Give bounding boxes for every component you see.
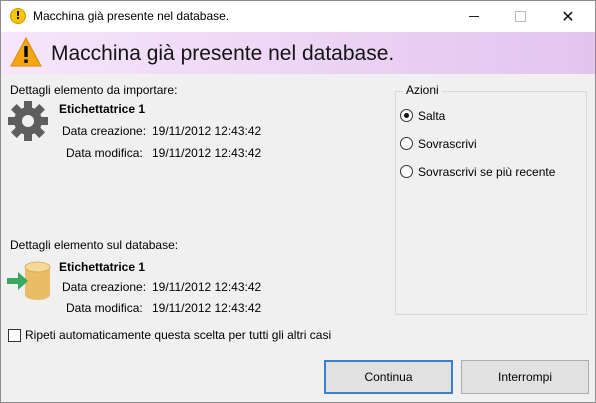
minimize-button[interactable]: [451, 1, 497, 32]
database-section-label: Dettagli elemento sul database:: [10, 238, 179, 252]
maximize-icon: [515, 11, 526, 22]
import-modified-value: 19/11/2012 12:43:42: [152, 146, 262, 160]
actions-legend: Azioni: [403, 83, 442, 97]
import-section-label: Dettagli elemento da importare:: [10, 83, 178, 97]
header-banner: Macchina già presente nel database.: [1, 32, 595, 74]
continue-button[interactable]: Continua: [324, 360, 453, 394]
dialog-window: ! Macchina già presente nel database. ✕ …: [0, 0, 596, 403]
title-bar[interactable]: ! Macchina già presente nel database. ✕: [1, 1, 595, 32]
minimize-icon: [469, 16, 479, 17]
radio-label[interactable]: Salta: [418, 109, 445, 123]
warning-icon: [10, 36, 42, 67]
import-created-label: Data creazione:: [62, 124, 147, 138]
radio-label[interactable]: Sovrascrivi: [418, 137, 477, 151]
radio-button[interactable]: [400, 109, 413, 122]
database-item-name: Etichettatrice 1: [59, 260, 146, 274]
close-icon: ✕: [561, 7, 575, 26]
warning-title-icon: !: [10, 8, 26, 24]
gear-icon: [8, 101, 48, 141]
radio-button[interactable]: [400, 137, 413, 150]
repeat-checkbox-label[interactable]: Ripeti automaticamente questa scelta per…: [25, 328, 331, 342]
repeat-checkbox[interactable]: [8, 329, 21, 342]
database-modified-label: Data modifica:: [66, 301, 143, 315]
radio-button[interactable]: [400, 165, 413, 178]
window-title: Macchina già presente nel database.: [33, 9, 230, 23]
banner-title: Macchina già presente nel database.: [51, 42, 395, 65]
database-created-label: Data creazione:: [62, 280, 147, 294]
radio-label[interactable]: Sovrascrivi se più recente: [418, 165, 555, 179]
import-modified-label: Data modifica:: [66, 146, 143, 160]
import-created-value: 19/11/2012 12:43:42: [152, 124, 262, 138]
close-button[interactable]: ✕: [545, 1, 591, 32]
import-item-name: Etichettatrice 1: [59, 102, 146, 116]
stop-button[interactable]: Interrompi: [461, 360, 589, 394]
actions-groupbox: [395, 91, 587, 315]
database-created-value: 19/11/2012 12:43:42: [152, 280, 262, 294]
maximize-button[interactable]: [497, 1, 543, 32]
database-import-icon: [7, 261, 51, 300]
database-modified-value: 19/11/2012 12:43:42: [152, 301, 262, 315]
